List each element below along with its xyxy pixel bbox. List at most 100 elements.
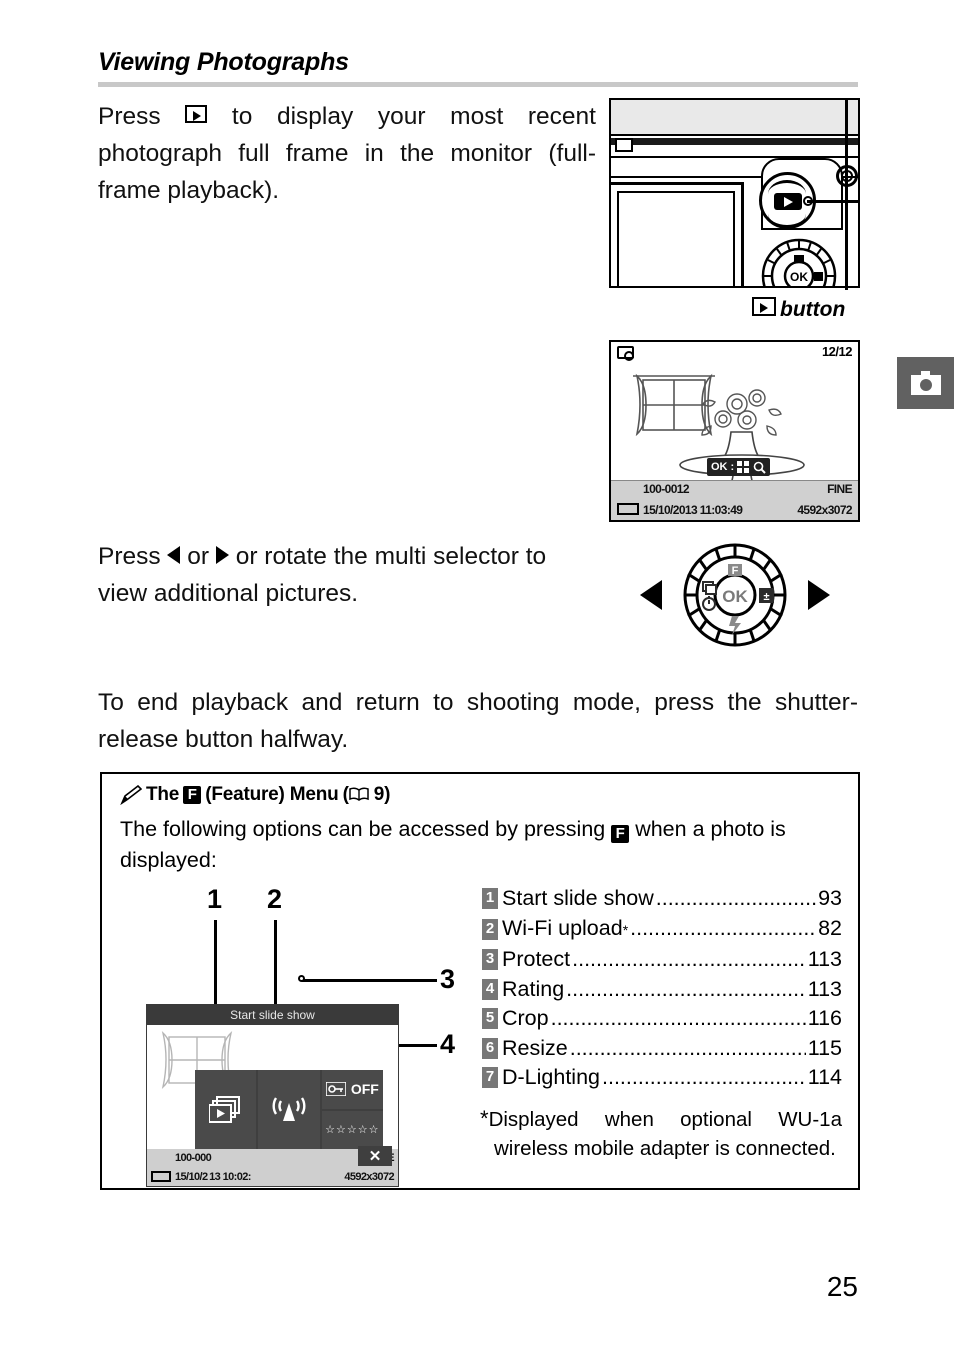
frame-counter: 12/12 — [821, 344, 853, 359]
callout-number-3: 3 — [440, 964, 456, 994]
date-time: 15/10/2013 11:03:49 — [643, 503, 743, 517]
left-arrow-icon — [167, 546, 181, 564]
svg-text:OK: OK — [790, 270, 808, 284]
menu-close-button[interactable]: ✕ — [358, 1146, 392, 1166]
camera-figure-caption: button — [752, 297, 845, 322]
wifi-icon — [272, 1097, 306, 1121]
camera-icon — [910, 371, 941, 395]
playback-button-icon — [752, 297, 776, 316]
note-heading: The F (Feature) Menu ( 9) — [120, 784, 391, 806]
option-number: 6 — [482, 1037, 498, 1059]
menu-file-number: 100-000 — [175, 1152, 212, 1164]
dot-leader: ........................................… — [569, 1035, 806, 1060]
protect-value: OFF — [350, 1081, 379, 1098]
menu-item-wifi-upload[interactable] — [258, 1070, 320, 1150]
image-quality: FINE — [827, 482, 853, 496]
list-item: 6 Resize ...............................… — [482, 1034, 842, 1064]
note-box: The F (Feature) Menu ( 9) The following … — [100, 772, 860, 1190]
paragraph-end-playback: To end playback and return to shooting m… — [98, 689, 858, 753]
ok-label: OK — [711, 461, 728, 473]
feature-menu-screenshot: Start slide show OFF ☆☆☆☆☆ 100-000 15/10… — [146, 1004, 399, 1187]
file-number: 100-0012 — [643, 482, 690, 496]
option-page: 82 — [818, 915, 842, 940]
option-page: 113 — [807, 947, 842, 971]
dot-leader: ........................................… — [566, 976, 806, 1001]
svg-text:OK: OK — [722, 587, 748, 606]
pencil-icon — [120, 785, 142, 805]
option-label: Wi-Fi upload — [502, 915, 623, 940]
multi-selector-illustration: OK F ± — [640, 543, 830, 647]
callout-leader-vertical — [845, 100, 848, 290]
option-number: 7 — [482, 1067, 498, 1089]
callout-number-1: 1 — [207, 884, 223, 914]
para1-after: to display your most recent photograph f… — [98, 103, 596, 204]
option-label: Start slide show — [502, 886, 654, 910]
page-title: Viewing Photographs — [98, 48, 349, 76]
camera-monitor — [611, 182, 744, 286]
menu-item-start-slide-show[interactable] — [195, 1070, 257, 1150]
para2-before: Press — [98, 543, 161, 570]
stars-icon: ☆☆☆☆☆ — [325, 1124, 380, 1137]
option-label: D-Lighting — [502, 1065, 600, 1089]
option-page: 115 — [807, 1035, 842, 1060]
callout-dot-3 — [298, 975, 305, 982]
multi-selector-dial[interactable]: OK — [761, 238, 837, 288]
battery-icon — [617, 503, 639, 515]
manual-page: Viewing Photographs Press to display you… — [0, 0, 954, 1345]
list-item: 4 Rating ...............................… — [482, 975, 842, 1005]
magnifier-icon — [753, 461, 766, 474]
option-number: 2 — [482, 918, 498, 940]
page-number: 25 — [826, 1271, 858, 1302]
option-number: 1 — [482, 888, 498, 910]
option-page: 93 — [818, 886, 842, 910]
callout-leader-3 — [302, 979, 437, 982]
para1-before: Press — [98, 103, 161, 130]
paragraph-multi-selector: Press or or rotate the multi selector to… — [98, 538, 598, 612]
menu-item-protect[interactable]: OFF — [321, 1070, 383, 1109]
key-icon — [325, 1082, 346, 1097]
menu-image-dimensions: 4592x3072 — [344, 1171, 394, 1183]
book-icon — [348, 787, 369, 801]
image-dimensions: 4592x3072 — [797, 503, 852, 517]
chapter-tab-camera — [897, 357, 954, 409]
camera-monitor-inner — [617, 191, 735, 286]
list-item: 5 Crop .................................… — [482, 1004, 842, 1034]
para2-after: or rotate the multi selector to view add… — [98, 543, 547, 607]
right-arrow-icon — [808, 580, 830, 610]
battery-icon — [151, 1171, 171, 1182]
callout-number-2: 2 — [267, 884, 283, 914]
svg-text:±: ± — [763, 591, 769, 603]
footnote-marker: * — [480, 1106, 489, 1131]
playback-button-icon — [774, 193, 802, 210]
title-divider — [98, 82, 858, 87]
dot-leader: ........................................… — [630, 915, 816, 940]
option-page: 116 — [807, 1006, 842, 1030]
option-label: Protect — [502, 947, 571, 971]
dot-leader: ........................................… — [602, 1065, 806, 1089]
note-desc-before: The following options can be accessed by… — [120, 817, 606, 841]
caption-text: button — [780, 298, 846, 321]
list-item: 7 D-Lighting ...........................… — [482, 1063, 842, 1093]
paragraph-playback-intro: Press to display your most recent photog… — [98, 98, 596, 209]
list-item: 3 Protect ..............................… — [482, 945, 842, 975]
thumbnail-grid-icon — [737, 461, 750, 473]
para2-mid: or — [187, 543, 210, 570]
note-heading-ref: ( 9) — [342, 784, 391, 805]
right-arrow-icon — [215, 546, 229, 564]
option-number: 3 — [482, 949, 498, 971]
menu-item-rating[interactable]: ☆☆☆☆☆ — [321, 1110, 383, 1150]
option-number: 4 — [482, 978, 498, 1000]
callout-number-4: 4 — [440, 1029, 456, 1059]
option-label: Rating — [502, 976, 565, 1001]
menu-date-time: 15/10/2 13 10:02: — [175, 1171, 251, 1183]
badge-separator: : — [730, 461, 735, 473]
camera-edge-bar — [611, 138, 858, 145]
footnote-reference: * — [622, 921, 629, 938]
note-heading-the: The — [146, 784, 180, 805]
camera-back-illustration: OK — [609, 98, 860, 288]
list-item: 1 Start slide show .....................… — [482, 884, 842, 914]
camera-nub — [615, 138, 633, 152]
playback-monitor-illustration: 12/12 OK: 100-0012 15/10/2013 11:03:49 … — [609, 340, 860, 522]
dot-leader: ........................................… — [572, 947, 806, 971]
option-label: Resize — [502, 1035, 568, 1060]
